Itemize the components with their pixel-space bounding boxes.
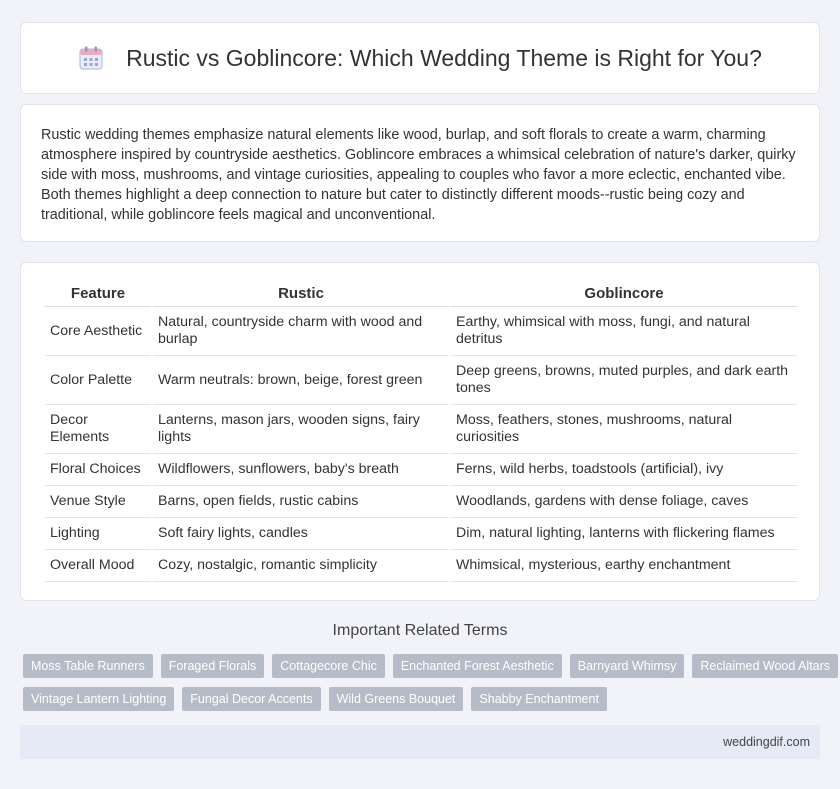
table-row: Overall Mood Cozy, nostalgic, romantic s…: [45, 550, 797, 582]
header-card: Rustic vs Goblincore: Which Wedding Them…: [20, 22, 820, 94]
rustic-cell: Lanterns, mason jars, wooden signs, fair…: [153, 405, 449, 454]
goblincore-cell: Ferns, wild herbs, toadstools (artificia…: [451, 454, 797, 486]
calendar-icon: [78, 45, 104, 71]
feature-cell: Lighting: [45, 518, 151, 550]
tag-cottagecore-chic[interactable]: Cottagecore Chic: [272, 654, 385, 678]
intro-paragraph: Rustic wedding themes emphasize natural …: [41, 127, 796, 223]
rustic-cell: Natural, countryside charm with wood and…: [153, 307, 449, 356]
goblincore-cell: Moss, feathers, stones, mushrooms, natur…: [451, 405, 797, 454]
page-title: Rustic vs Goblincore: Which Wedding Them…: [126, 44, 762, 71]
rustic-cell: Warm neutrals: brown, beige, forest gree…: [153, 356, 449, 405]
related-terms-title: Important Related Terms: [332, 622, 508, 639]
goblincore-cell: Whimsical, mysterious, earthy enchantmen…: [451, 550, 797, 582]
table-row: Core Aesthetic Natural, countryside char…: [45, 307, 797, 356]
tag-vintage-lantern-lighting[interactable]: Vintage Lantern Lighting: [23, 687, 175, 711]
rustic-cell: Barns, open fields, rustic cabins: [153, 486, 449, 518]
header-rustic: Rustic: [153, 281, 449, 307]
footer-site-link[interactable]: weddingdif.com: [723, 735, 810, 749]
tag-foraged-florals[interactable]: Foraged Florals: [160, 654, 265, 678]
feature-cell: Core Aesthetic: [45, 307, 151, 356]
feature-cell: Decor Elements: [45, 405, 151, 454]
tag-row: Moss Table Runners Foraged Florals Cotta…: [23, 654, 839, 678]
table-row: Venue Style Barns, open fields, rustic c…: [45, 486, 797, 518]
header-goblincore: Goblincore: [451, 281, 797, 307]
tag-barnyard-whimsy[interactable]: Barnyard Whimsy: [569, 654, 685, 678]
tag-reclaimed-wood-altars[interactable]: Reclaimed Wood Altars: [692, 654, 839, 678]
tag-row: Vintage Lantern Lighting Fungal Decor Ac…: [23, 687, 823, 711]
feature-cell: Color Palette: [45, 356, 151, 405]
tag-fungal-decor-accents[interactable]: Fungal Decor Accents: [182, 687, 321, 711]
tag-enchanted-forest-aesthetic[interactable]: Enchanted Forest Aesthetic: [392, 654, 562, 678]
tag-moss-table-runners[interactable]: Moss Table Runners: [23, 654, 153, 678]
tag-wild-greens-bouquet[interactable]: Wild Greens Bouquet: [328, 687, 464, 711]
goblincore-cell: Earthy, whimsical with moss, fungi, and …: [451, 307, 797, 356]
rustic-cell: Wildflowers, sunflowers, baby's breath: [153, 454, 449, 486]
goblincore-cell: Woodlands, gardens with dense foliage, c…: [451, 486, 797, 518]
goblincore-cell: Dim, natural lighting, lanterns with fli…: [451, 518, 797, 550]
table-row: Lighting Soft fairy lights, candles Dim,…: [45, 518, 797, 550]
rustic-cell: Soft fairy lights, candles: [153, 518, 449, 550]
feature-cell: Overall Mood: [45, 550, 151, 582]
comparison-table: Feature Rustic Goblincore Core Aesthetic…: [43, 281, 799, 582]
comparison-card: Feature Rustic Goblincore Core Aesthetic…: [20, 262, 820, 601]
table-row: Color Palette Warm neutrals: brown, beig…: [45, 356, 797, 405]
rustic-cell: Cozy, nostalgic, romantic simplicity: [153, 550, 449, 582]
related-terms-tags: Moss Table Runners Foraged Florals Cotta…: [23, 654, 839, 720]
table-row: Decor Elements Lanterns, mason jars, woo…: [45, 405, 797, 454]
goblincore-cell: Deep greens, browns, muted purples, and …: [451, 356, 797, 405]
intro-card: Rustic wedding themes emphasize natural …: [20, 104, 820, 242]
feature-cell: Venue Style: [45, 486, 151, 518]
table-row: Floral Choices Wildflowers, sunflowers, …: [45, 454, 797, 486]
header-feature: Feature: [45, 281, 151, 307]
feature-cell: Floral Choices: [45, 454, 151, 486]
tag-shabby-enchantment[interactable]: Shabby Enchantment: [471, 687, 607, 711]
footer: weddingdif.com: [20, 725, 820, 759]
table-header-row: Feature Rustic Goblincore: [45, 281, 797, 307]
